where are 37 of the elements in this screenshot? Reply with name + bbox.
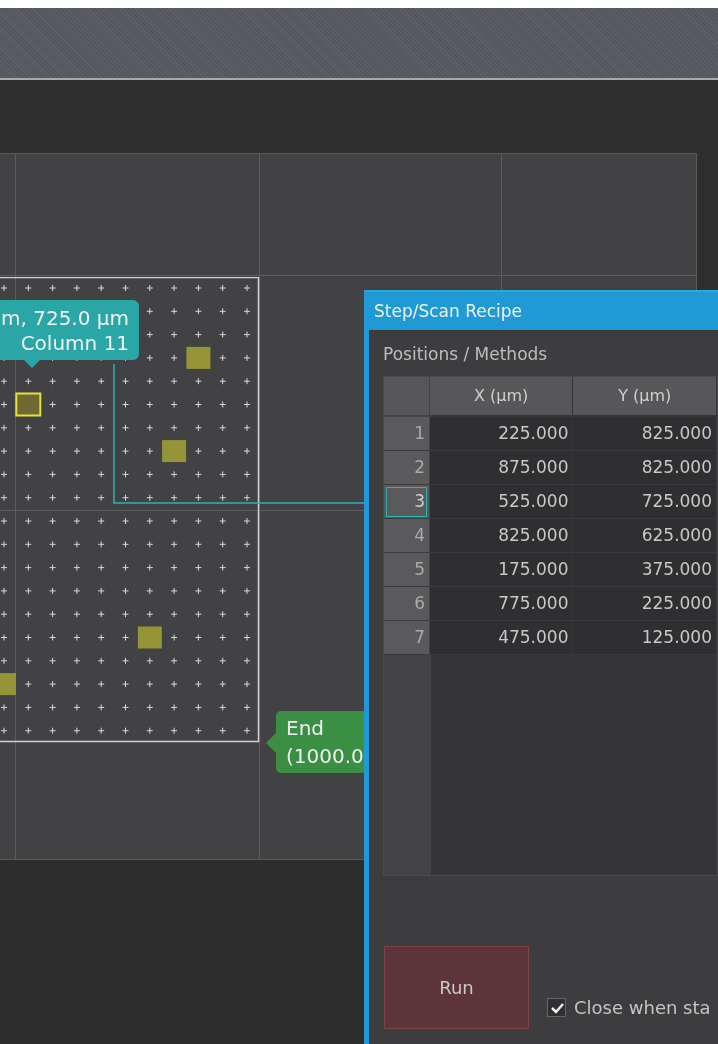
- tooltip-text: Column 11: [20, 331, 130, 356]
- row-header[interactable]: 7: [384, 621, 429, 655]
- position-marker[interactable]: [0, 673, 16, 696]
- row-header[interactable]: 3: [384, 485, 429, 519]
- table-cell: 525.000: [429, 485, 573, 519]
- row-header[interactable]: 2: [384, 451, 429, 485]
- end-label-text: (1000.0: [286, 743, 364, 770]
- table-cell: 375.000: [573, 553, 716, 587]
- tooltip-text: m, 725.0 µm: [1, 306, 130, 331]
- position-marker[interactable]: [15, 392, 42, 417]
- run-button[interactable]: Run: [384, 946, 529, 1029]
- column-header[interactable]: Y (µm): [573, 377, 716, 415]
- column-header[interactable]: X (µm): [429, 377, 573, 415]
- window-title: Step/Scan Recipe: [369, 292, 718, 330]
- row-header[interactable]: 1: [384, 417, 429, 451]
- table-cell: 825.000: [429, 519, 573, 553]
- row-header[interactable]: 4: [384, 519, 429, 553]
- row-header[interactable]: 6: [384, 587, 429, 621]
- table-cell: 825.000: [573, 417, 716, 451]
- table-cell: 225.000: [429, 417, 573, 451]
- table-cell: 775.000: [429, 587, 573, 621]
- section-label: Positions / Methods: [383, 344, 548, 364]
- row-header[interactable]: 5: [384, 553, 429, 587]
- table-cell: 875.000: [429, 451, 573, 485]
- table-cell: 625.000: [573, 519, 716, 553]
- table-cell: 825.000: [573, 451, 716, 485]
- checkbox[interactable]: [547, 998, 566, 1017]
- table-cell: 475.000: [429, 621, 573, 655]
- position-marker[interactable]: [162, 440, 187, 463]
- checkbox-label: Close when sta: [574, 996, 711, 1020]
- table-cell: 125.000: [573, 621, 716, 655]
- table-cell: 175.000: [429, 553, 573, 587]
- position-marker[interactable]: [186, 346, 211, 369]
- table-cell: 725.000: [573, 485, 716, 519]
- table-cell: 225.000: [573, 587, 716, 621]
- corner-cell: [384, 377, 429, 415]
- end-label-text: End: [286, 715, 325, 742]
